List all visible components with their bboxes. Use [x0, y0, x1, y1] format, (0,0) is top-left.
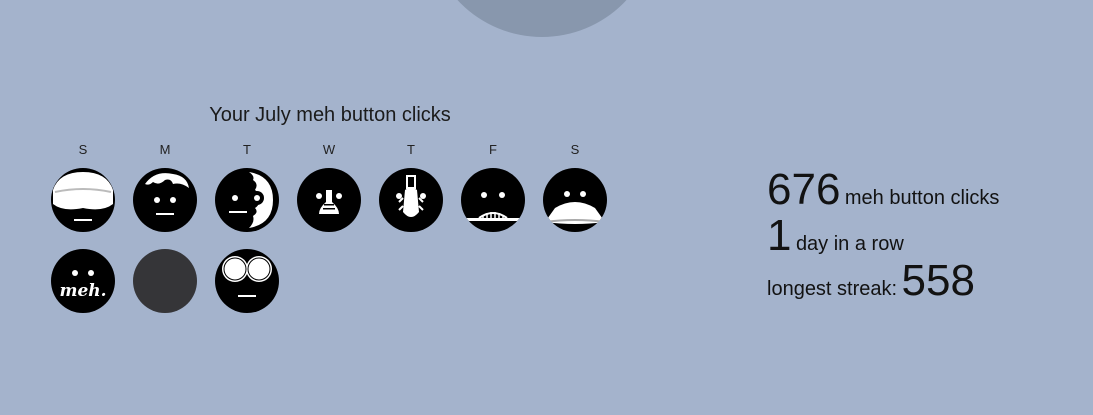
- meh-text-face-icon: meh.: [59, 270, 107, 301]
- weekday-sunday: S: [78, 142, 88, 157]
- bug-face-icon: [396, 175, 426, 217]
- day-cell-mustache[interactable]: [543, 168, 607, 232]
- weekday-tuesday: T: [243, 142, 251, 157]
- total-clicks-label: meh button clicks: [844, 187, 1000, 209]
- total-clicks-count: 676: [767, 165, 841, 214]
- current-streak-line: 1 day in a row: [767, 214, 904, 258]
- empty-day-icon: [133, 249, 197, 313]
- grill-face-icon: [463, 192, 523, 221]
- goggles-face-icon: [53, 172, 113, 221]
- day-cell-meh-text[interactable]: meh.: [51, 249, 115, 313]
- weekday-friday: F: [489, 142, 497, 157]
- current-streak-label: day in a row: [795, 233, 904, 255]
- weekday-wednesday: W: [322, 142, 336, 157]
- weekday-thursday: T: [407, 142, 415, 157]
- calendar-title: Your July meh button clicks: [209, 104, 451, 126]
- bottle-face-icon: [316, 190, 342, 214]
- mustache-face-icon: [544, 191, 606, 224]
- big-eyes-face-icon: [222, 256, 272, 297]
- top-decorative-circle: [427, 0, 657, 37]
- total-clicks-line: 676 meh button clicks: [767, 168, 999, 212]
- day-cell-goggles[interactable]: [51, 168, 115, 232]
- day-cell-big-eyes[interactable]: [215, 249, 279, 313]
- current-streak-count: 1: [767, 211, 792, 260]
- weekday-saturday: S: [570, 142, 580, 157]
- weekday-monday: M: [159, 142, 171, 157]
- longest-streak-line: longest streak: 558: [767, 259, 975, 303]
- day-cell-missed[interactable]: [133, 249, 197, 313]
- day-cell-bottle[interactable]: [297, 168, 361, 232]
- day-cell-hair[interactable]: [133, 168, 197, 232]
- longest-streak-label: longest streak:: [767, 278, 898, 300]
- hair-face-icon: [145, 173, 189, 215]
- day-cell-bug[interactable]: [379, 168, 443, 232]
- day-cell-half[interactable]: [215, 168, 279, 232]
- half-face-icon: [229, 172, 273, 228]
- meh-logo-text: meh.: [59, 281, 106, 301]
- longest-streak-count: 558: [901, 256, 975, 305]
- day-cell-grill[interactable]: [461, 168, 525, 232]
